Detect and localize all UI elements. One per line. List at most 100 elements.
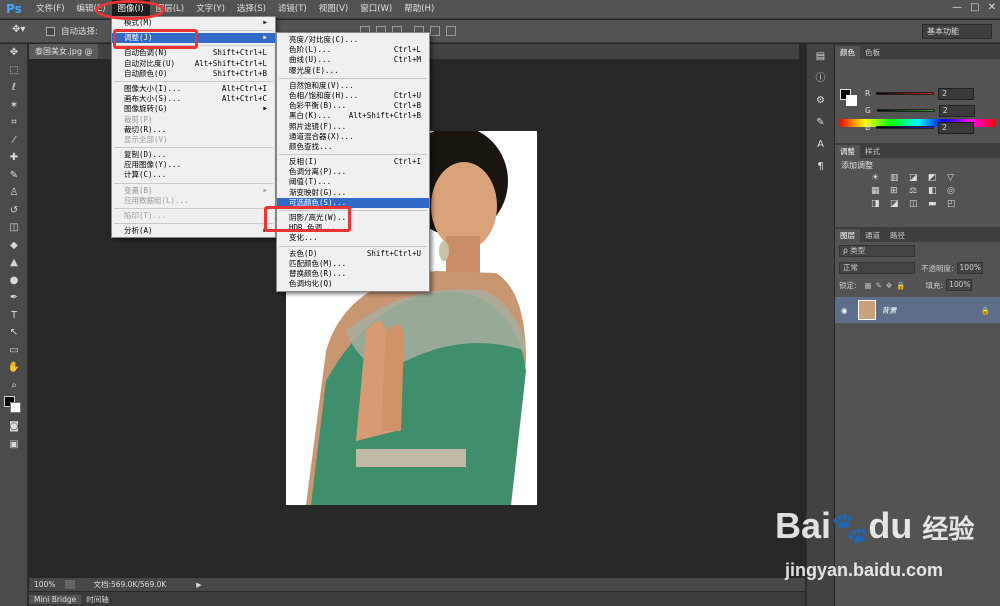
menu-item[interactable]: 匹配颜色(M)...	[277, 259, 429, 269]
zoom-level[interactable]: 100%	[29, 580, 55, 589]
history-brush-icon[interactable]: ↺	[0, 202, 28, 220]
magic-wand-icon[interactable]: ✶	[0, 97, 28, 115]
menu-item[interactable]: 图像旋转(G) ▶	[112, 104, 275, 114]
menu-item[interactable]: 黑白(K)... Alt+Shift+Ctrl+B	[277, 111, 429, 121]
fill-field[interactable]: 100%	[946, 279, 973, 291]
shape-tool-icon[interactable]: ▭	[0, 342, 28, 360]
tab-paths[interactable]: 路径	[885, 229, 910, 242]
character-icon[interactable]: A	[811, 136, 831, 154]
menu-item[interactable]: 色阶(L)... Ctrl+L	[277, 45, 429, 55]
menu-item[interactable]: 去色(D) Shift+Ctrl+U	[277, 249, 429, 259]
layer-row[interactable]: ◉ 背景 🔒	[835, 297, 1000, 323]
timeline-tab[interactable]: 时间轴	[81, 594, 114, 605]
workspace-select[interactable]: 基本功能	[922, 24, 992, 39]
close-button[interactable]: ✕	[988, 2, 996, 13]
status-arrow-icon[interactable]: ▶	[196, 581, 201, 589]
minimize-button[interactable]: —	[952, 2, 962, 13]
channel-slider[interactable]	[876, 109, 935, 112]
brightness-icon[interactable]: ☀	[871, 173, 886, 183]
auto-select-checkbox[interactable]	[46, 26, 55, 36]
menu-item[interactable]: 裁切(R)...	[112, 125, 275, 135]
quick-mask-icon[interactable]: ◙	[0, 418, 28, 436]
healing-brush-icon[interactable]: ✚	[0, 149, 28, 167]
maximize-button[interactable]: □	[970, 2, 979, 13]
menu-item[interactable]: 分析(A) ▶	[112, 226, 275, 236]
dodge-tool-icon[interactable]: ●	[0, 272, 28, 290]
mini-bridge-tab[interactable]: Mini Bridge	[29, 594, 82, 604]
lasso-tool-icon[interactable]: ℓ	[0, 79, 28, 97]
menu-item[interactable]: 自动颜色(O) Shift+Ctrl+B	[112, 69, 275, 79]
menu-item[interactable]: 图像大小(I)... Alt+Ctrl+I	[112, 84, 275, 94]
tab-color[interactable]: 颜色	[835, 46, 860, 59]
vibrance-icon[interactable]: ▦	[871, 186, 886, 196]
stamp-tool-icon[interactable]: ♙	[0, 184, 28, 202]
brush-tool-icon[interactable]: ✎	[0, 167, 28, 185]
info-icon[interactable]: ⓘ	[811, 70, 831, 88]
menu-6[interactable]: 滤镜(T)	[272, 0, 313, 19]
menu-item[interactable]: 复制(D)...	[112, 150, 275, 160]
blur-tool-icon[interactable]: ▲	[0, 254, 28, 272]
history-icon[interactable]: ▤	[811, 48, 831, 66]
selective-icon[interactable]: ◰	[947, 199, 962, 209]
tab-layers[interactable]: 图层	[835, 229, 860, 242]
menu-8[interactable]: 窗口(W)	[354, 0, 398, 19]
menu-item[interactable]: 通道混合器(X)...	[277, 132, 429, 142]
menu-item[interactable]: 渐变映射(G)...	[277, 188, 429, 198]
menu-item[interactable]: 色调均化(Q)	[277, 279, 429, 289]
eyedropper-icon[interactable]: ⁄	[0, 132, 28, 150]
menu-item[interactable]: 自动对比度(U) Alt+Shift+Ctrl+L	[112, 59, 275, 69]
hue-icon[interactable]: ⊞	[890, 186, 905, 196]
zoom-tool-icon[interactable]: ⌕	[0, 377, 28, 395]
status-menu-icon[interactable]	[65, 580, 76, 589]
exposure-icon[interactable]: ◩	[928, 173, 943, 183]
paint-bucket-icon[interactable]: ◆	[0, 237, 28, 255]
pen-tool-icon[interactable]: ✒	[0, 289, 28, 307]
eye-icon[interactable]: ◉	[841, 306, 848, 315]
balance-icon[interactable]: ⚖	[909, 186, 924, 196]
tab-styles[interactable]: 样式	[860, 145, 885, 158]
menu-item[interactable]: 自然饱和度(V)...	[277, 81, 429, 91]
menu-item[interactable]: 替换颜色(R)...	[277, 269, 429, 279]
menu-item[interactable]: 自动色调(N) Shift+Ctrl+L	[112, 48, 275, 58]
menu-item[interactable]: 阈值(T)...	[277, 177, 429, 187]
eraser-tool-icon[interactable]: ◫	[0, 219, 28, 237]
channel-value[interactable]: 2	[938, 121, 975, 134]
color-swatches[interactable]	[0, 394, 27, 418]
channel-slider[interactable]	[876, 92, 935, 95]
move-tool-icon[interactable]: ✥▾	[12, 24, 25, 35]
menu-item[interactable]: 画布大小(S)... Alt+Ctrl+C	[112, 94, 275, 104]
menu-item[interactable]: 应用图像(Y)...	[112, 160, 275, 170]
type-tool-icon[interactable]: T	[0, 307, 28, 325]
menu-item[interactable]: 色调分离(P)...	[277, 167, 429, 177]
menu-item[interactable]: 反相(I) Ctrl+I	[277, 157, 429, 167]
menu-item[interactable]: 色相/饱和度(H)... Ctrl+U	[277, 91, 429, 101]
map-icon[interactable]: ▬	[928, 199, 943, 209]
channel-slider[interactable]	[876, 126, 935, 129]
document-tab[interactable]: 泰国美女.jpg @	[29, 44, 99, 59]
align-right-icon[interactable]	[446, 26, 456, 36]
menu-item[interactable]: 曲线(U)... Ctrl+M	[277, 55, 429, 65]
bw-icon[interactable]: ◧	[928, 186, 943, 196]
menu-item[interactable]: 变化...	[277, 233, 429, 243]
tab-channels[interactable]: 通道	[860, 229, 885, 242]
channel-value[interactable]: 2	[938, 104, 975, 117]
crop-tool-icon[interactable]: ⌗	[0, 114, 28, 132]
opacity-field[interactable]: 100%	[956, 262, 983, 274]
invert-icon[interactable]: ◨	[871, 199, 886, 209]
menu-item[interactable]: 颜色查找...	[277, 142, 429, 152]
photo-filter-icon[interactable]: ◎	[947, 186, 962, 196]
curves-icon[interactable]: ◪	[909, 173, 924, 183]
gradient-icon[interactable]: ▽	[947, 173, 962, 183]
align-center-icon[interactable]	[430, 26, 440, 36]
menu-7[interactable]: 视图(V)	[313, 0, 354, 19]
path-select-icon[interactable]: ↖	[0, 324, 28, 342]
tab-swatches[interactable]: 色板	[860, 46, 885, 59]
levels-icon[interactable]: ▥	[890, 173, 905, 183]
tab-adjustments[interactable]: 调整	[835, 145, 860, 158]
screen-mode-icon[interactable]: ▣	[0, 436, 28, 454]
menu-item[interactable]: 曝光度(E)...	[277, 66, 429, 76]
layer-kind-filter[interactable]: ρ 类型	[839, 245, 915, 257]
menu-item[interactable]: 照片滤镜(F)...	[277, 122, 429, 132]
marquee-tool-icon[interactable]: ⬚	[0, 62, 28, 80]
menu-9[interactable]: 帮助(H)	[398, 0, 440, 19]
